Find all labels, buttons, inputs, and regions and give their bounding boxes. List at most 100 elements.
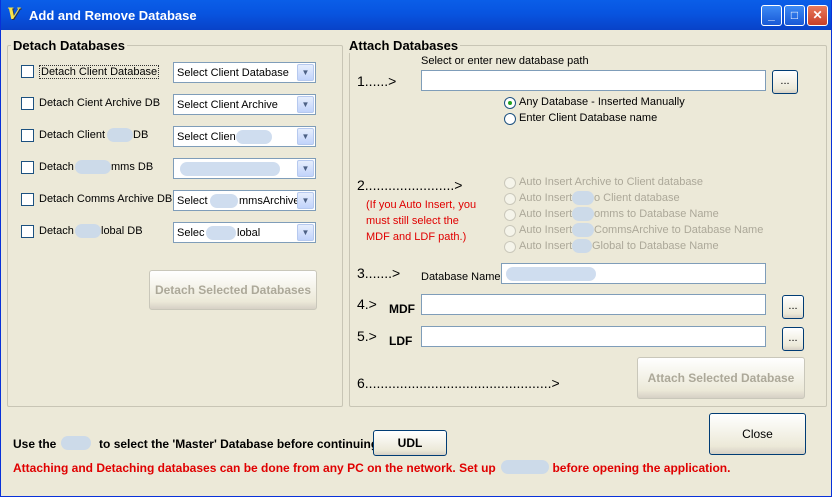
mdf-label: MDF bbox=[389, 302, 415, 316]
database-path-input[interactable] bbox=[421, 70, 766, 91]
detach-global-checkbox[interactable] bbox=[21, 225, 34, 238]
radio-client-name-label: Enter Client Database name bbox=[519, 112, 658, 124]
detach-client-db-checkbox[interactable] bbox=[21, 65, 34, 78]
radio-auto-client-tail: o Client database bbox=[594, 192, 680, 204]
radio-manual-label: Any Database - Inserted Manually bbox=[519, 96, 685, 108]
redaction-blur bbox=[180, 162, 280, 176]
chevron-down-icon: ▼ bbox=[297, 160, 314, 177]
udl-button[interactable]: UDL bbox=[373, 430, 447, 456]
detach-client-archive-checkbox[interactable] bbox=[21, 97, 34, 110]
redaction-blur bbox=[75, 224, 101, 238]
redaction-blur bbox=[506, 267, 596, 281]
chevron-down-icon: ▼ bbox=[297, 128, 314, 145]
step-2: 2.......................> bbox=[357, 177, 463, 193]
redaction-blur bbox=[572, 223, 594, 237]
client-archive-select[interactable]: Select Client Archive ▼ bbox=[173, 94, 316, 115]
detach-comms-archive-label: Detach Comms Archive DB bbox=[39, 193, 173, 205]
ldf-path-input[interactable] bbox=[421, 326, 766, 347]
app-icon: V bbox=[7, 4, 20, 23]
attach-selected-button[interactable]: Attach Selected Database bbox=[637, 357, 805, 399]
radio-auto-global[interactable] bbox=[504, 241, 516, 253]
redaction-blur bbox=[75, 160, 111, 174]
step-5: 5.> bbox=[357, 328, 377, 344]
radio-auto-client-label: Auto Insert bbox=[519, 192, 573, 204]
auto-note-line2: must still select the bbox=[366, 215, 459, 227]
client-db-select[interactable]: Select Client Database ▼ bbox=[173, 62, 316, 83]
database-name-label: Database Name bbox=[421, 271, 501, 283]
window-title: Add and Remove Database bbox=[29, 8, 197, 23]
network-warning-a: Attaching and Detaching databases can be… bbox=[13, 461, 496, 475]
chevron-down-icon: ▼ bbox=[297, 96, 314, 113]
comms-archive-select-tail: mmsArchive bbox=[239, 195, 300, 207]
detach-client-row3-label: Detach Client bbox=[39, 129, 106, 141]
client-row3-select-value: Select Clien bbox=[177, 131, 236, 143]
database-name-input[interactable] bbox=[501, 263, 766, 284]
radio-auto-global-label: Auto Insert bbox=[519, 240, 573, 252]
close-window-button[interactable]: ✕ bbox=[807, 5, 828, 26]
radio-auto-comms-archive[interactable] bbox=[504, 225, 516, 237]
detach-client-db-label: Detach Client Database bbox=[39, 65, 160, 79]
mdf-path-input[interactable] bbox=[421, 294, 766, 315]
radio-auto-comms-archive-label: Auto Insert bbox=[519, 224, 573, 236]
comms-archive-select-value: Select bbox=[177, 195, 208, 207]
detach-global-label: Detach bbox=[39, 225, 74, 237]
detach-comms-archive-checkbox[interactable] bbox=[21, 193, 34, 206]
close-button[interactable]: Close bbox=[709, 413, 806, 455]
step-3: 3.......> bbox=[357, 265, 401, 281]
redaction-blur bbox=[572, 191, 594, 205]
step-4: 4.> bbox=[357, 296, 377, 312]
radio-auto-archive[interactable] bbox=[504, 177, 516, 189]
browse-path-button[interactable]: ... bbox=[772, 70, 798, 94]
client-row3-select[interactable]: Select Clien ▼ bbox=[173, 126, 316, 147]
path-caption: Select or enter new database path bbox=[421, 55, 589, 67]
redaction-blur bbox=[206, 226, 236, 240]
auto-note-line3: MDF and LDF path.) bbox=[366, 231, 467, 243]
main-window: V Add and Remove Database _ □ ✕ Detach D… bbox=[0, 0, 832, 497]
step-6: 6.......................................… bbox=[357, 375, 560, 391]
attach-title: Attach Databases bbox=[347, 38, 461, 53]
detach-comms-label: Detach bbox=[39, 161, 74, 173]
udl-instruction-b: to select the 'Master' Database before c… bbox=[99, 437, 379, 451]
udl-instruction-a: Use the bbox=[13, 437, 57, 451]
detach-title: Detach Databases bbox=[11, 38, 127, 53]
network-warning-b: before opening the application. bbox=[552, 461, 731, 475]
redaction-blur bbox=[236, 130, 272, 144]
step-1: 1......> bbox=[357, 73, 397, 89]
browse-mdf-button[interactable]: ... bbox=[782, 295, 804, 319]
global-select-value: Selec bbox=[177, 227, 205, 239]
detach-comms-label-tail: mms DB bbox=[111, 161, 154, 173]
redaction-blur bbox=[572, 239, 592, 253]
auto-note-line1: (If you Auto Insert, you bbox=[366, 199, 477, 211]
redaction-blur bbox=[501, 460, 549, 474]
network-warning: Attaching and Detaching databases can be… bbox=[13, 461, 730, 475]
detach-client-row3-checkbox[interactable] bbox=[21, 129, 34, 142]
radio-auto-comms-archive-tail: CommsArchive to Database Name bbox=[594, 224, 764, 236]
chevron-down-icon: ▼ bbox=[297, 64, 314, 81]
detach-client-row3-label-tail: DB bbox=[133, 129, 149, 141]
browse-ldf-button[interactable]: ... bbox=[782, 327, 804, 351]
minimize-button[interactable]: _ bbox=[761, 5, 782, 26]
detach-client-archive-label: Detach Cient Archive DB bbox=[39, 97, 161, 109]
redaction-blur bbox=[107, 128, 133, 142]
maximize-button[interactable]: □ bbox=[784, 5, 805, 26]
client-db-select-value: Select Client Database bbox=[177, 67, 289, 79]
chevron-down-icon: ▼ bbox=[297, 224, 314, 241]
radio-manual[interactable] bbox=[504, 97, 516, 109]
redaction-blur bbox=[61, 436, 91, 450]
radio-client-name[interactable] bbox=[504, 113, 516, 125]
redaction-blur bbox=[210, 194, 238, 208]
ldf-label: LDF bbox=[389, 334, 413, 348]
comms-select[interactable]: ▼ bbox=[173, 158, 316, 179]
radio-auto-global-tail: Global to Database Name bbox=[592, 240, 719, 252]
radio-auto-comms-tail: omms to Database Name bbox=[594, 208, 719, 220]
detach-selected-button[interactable]: Detach Selected Databases bbox=[149, 270, 317, 310]
radio-auto-client[interactable] bbox=[504, 193, 516, 205]
detach-comms-checkbox[interactable] bbox=[21, 161, 34, 174]
title-bar[interactable]: V Add and Remove Database _ □ ✕ bbox=[1, 0, 831, 30]
global-select[interactable]: Selec lobal ▼ bbox=[173, 222, 316, 243]
comms-archive-select[interactable]: Select mmsArchive ▼ bbox=[173, 190, 316, 211]
radio-auto-comms-label: Auto Insert bbox=[519, 208, 573, 220]
radio-auto-comms[interactable] bbox=[504, 209, 516, 221]
client-archive-select-value: Select Client Archive bbox=[177, 99, 278, 111]
radio-auto-archive-label: Auto Insert Archive to Client database bbox=[519, 176, 704, 188]
